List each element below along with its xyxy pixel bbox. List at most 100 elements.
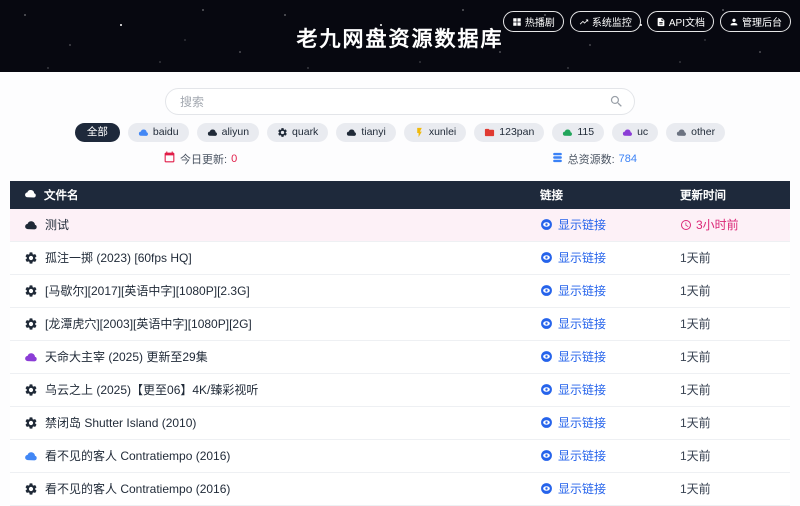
table-row: 测试 显示链接 3小时前 [10, 209, 790, 242]
gear-icon [24, 251, 38, 265]
filter-chip-aliyun[interactable]: aliyun [197, 123, 259, 142]
filter-chips: 全部 baidu aliyun quark tianyi xunlei 123pan 115 u… [0, 123, 800, 142]
file-name: 孤注一掷 (2023) [60fps HQ] [45, 249, 192, 266]
filter-chip-label: 123pan [499, 126, 534, 139]
gear-icon [277, 127, 288, 138]
stats-bar: 今日更新: 0 总资源数: 784 [163, 151, 637, 167]
filter-chip-label: 全部 [87, 126, 108, 139]
link-cell: 显示链接 [540, 249, 680, 267]
nav-button-admin-panel[interactable]: 管理后台 [720, 11, 791, 32]
update-time: 1天前 [680, 381, 790, 398]
update-time: 1天前 [680, 282, 790, 299]
gear-icon [24, 317, 38, 331]
link-cell: 显示链接 [540, 216, 680, 234]
time-cell: 1天前 [680, 315, 790, 332]
filter-chip-uc[interactable]: uc [612, 123, 658, 142]
eye-icon [540, 284, 553, 297]
file-name: 看不见的客人 Contratiempo (2016) [45, 480, 230, 497]
filter-chip-label: xunlei [429, 126, 456, 139]
update-time: 1天前 [680, 480, 790, 497]
header-nav: 热播剧 系统监控 API文档 管理后台 [503, 11, 791, 32]
filter-chip-tianyi[interactable]: tianyi [336, 123, 396, 142]
file-name: 测试 [45, 216, 69, 233]
table-row: [龙潭虎穴][2003][英语中字][1080P][2G]显示链接1天前 [10, 308, 790, 341]
filter-chip-115[interactable]: 115 [552, 123, 604, 142]
link-cell: 显示链接 [540, 447, 680, 465]
nav-button-system-monitor[interactable]: 系统监控 [570, 11, 641, 32]
cloud-icon [24, 449, 38, 463]
filter-chip-xunlei[interactable]: xunlei [404, 123, 466, 142]
calendar-icon [163, 151, 176, 167]
filter-chip-label: uc [637, 126, 648, 139]
show-link-button[interactable]: 显示链接 [540, 348, 606, 365]
file-name: 禁闭岛 Shutter Island (2010) [45, 414, 196, 431]
eye-icon [540, 482, 553, 495]
file-name-cell: 孤注一掷 (2023) [60fps HQ] [10, 249, 540, 266]
bolt-icon [414, 127, 425, 138]
time-cell: 1天前 [680, 249, 790, 266]
file-name-cell: [马歇尔][2017][英语中字][1080P][2.3G] [10, 282, 540, 299]
table-row: 禁闭岛 Shutter Island (2010) 显示链接 1天前 [10, 407, 790, 440]
filter-chip-all[interactable]: 全部 [75, 123, 120, 142]
show-link-button[interactable]: 显示链接 [540, 447, 606, 464]
time-cell: 3小时前 [680, 216, 790, 233]
file-name: [马歇尔][2017][英语中字][1080P][2.3G] [45, 282, 250, 299]
file-name-cell: 看不见的客人 Contratiempo (2016) [10, 480, 540, 497]
eye-icon [540, 383, 553, 396]
nav-button-label: 系统监控 [592, 14, 632, 29]
table-row: 看不见的客人 Contratiempo (2016)显示链接1天前 [10, 440, 790, 473]
filter-chip-quark[interactable]: quark [267, 123, 328, 142]
column-header-time: 更新时间 [680, 187, 790, 203]
database-icon [551, 151, 564, 167]
nav-button-label: 管理后台 [742, 14, 782, 29]
filter-chip-label: tianyi [361, 126, 386, 139]
stat-total-value: 784 [619, 153, 637, 165]
table-row: [马歇尔][2017][英语中字][1080P][2.3G] 显示链接 1天前 [10, 275, 790, 308]
stat-today-updated: 今日更新: 0 [163, 151, 237, 167]
nav-button-api-docs[interactable]: API文档 [647, 11, 714, 32]
cloud-icon [138, 127, 149, 138]
link-cell: 显示链接 [540, 480, 680, 498]
stat-today-label: 今日更新: [180, 151, 227, 167]
link-cell: 显示链接 [540, 414, 680, 432]
time-cell: 1天前 [680, 348, 790, 365]
search-input[interactable] [165, 88, 635, 115]
show-link-button[interactable]: 显示链接 [540, 414, 606, 431]
chart-icon [579, 17, 589, 27]
table-row: 乌云之上 (2025)【更至06】4K/臻彩视听显示链接 1天前 [10, 374, 790, 407]
eye-icon [540, 251, 553, 264]
show-link-button[interactable]: 显示链接 [540, 315, 606, 332]
gear-icon [24, 416, 38, 430]
file-name-cell: 乌云之上 (2025)【更至06】4K/臻彩视听 [10, 381, 540, 398]
show-link-button[interactable]: 显示链接 [540, 249, 606, 266]
cloud-icon [346, 127, 357, 138]
filter-chip-other[interactable]: other [666, 123, 725, 142]
show-link-button[interactable]: 显示链接 [540, 480, 606, 497]
update-time-label: 1天前 [680, 414, 711, 431]
show-link-button[interactable]: 显示链接 [540, 381, 606, 398]
link-cell: 显示链接 [540, 381, 680, 399]
cloud-icon [24, 187, 37, 203]
nav-button-label: 热播剧 [525, 14, 555, 29]
filter-chip-123pan[interactable]: 123pan [474, 123, 544, 142]
link-cell: 显示链接 [540, 282, 680, 300]
time-cell: 1天前 [680, 414, 790, 431]
filter-chip-label: quark [292, 126, 318, 139]
eye-icon [540, 350, 553, 363]
folder-icon [484, 127, 495, 138]
nav-button-hot-list[interactable]: 热播剧 [503, 11, 564, 32]
stat-total-resources: 总资源数: 784 [551, 151, 637, 167]
table-row: 看不见的客人 Contratiempo (2016) 显示链接 1天前 [10, 473, 790, 506]
eye-icon [540, 317, 553, 330]
cloud-icon [207, 127, 218, 138]
cloud-icon [24, 218, 38, 232]
search-icon[interactable] [609, 94, 624, 114]
show-link-button[interactable]: 显示链接 [540, 282, 606, 299]
file-name-cell: 禁闭岛 Shutter Island (2010) [10, 414, 540, 431]
filter-chip-label: aliyun [222, 126, 249, 139]
filter-chip-baidu[interactable]: baidu [128, 123, 189, 142]
link-cell: 显示链接 [540, 315, 680, 333]
show-link-button[interactable]: 显示链接 [540, 216, 606, 233]
update-time-label: 1天前 [680, 315, 711, 332]
show-link-label: 显示链接 [558, 348, 606, 365]
